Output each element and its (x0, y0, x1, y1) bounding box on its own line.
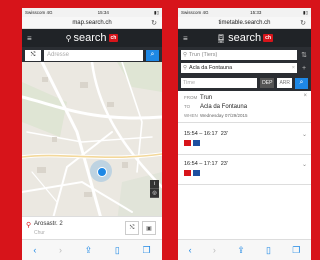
from-row: ⚲ Trun (Tiers) ⇅ (178, 47, 311, 61)
place-label: Chur (34, 230, 45, 236)
battery-icon: ▮▯ (154, 9, 159, 15)
clock: 15:33 (250, 10, 262, 15)
search-icon: ⌕ (299, 79, 304, 86)
connection-row[interactable]: 16:54 – 17:17 23' ⌄ (178, 158, 311, 185)
network: 4G (202, 10, 209, 15)
clear-icon[interactable]: × (292, 65, 295, 71)
connection-times: 15:54 – 16:17 (184, 131, 218, 137)
address-input[interactable]: Adresse (44, 49, 143, 61)
carrier: Swisscom (181, 10, 202, 15)
close-icon[interactable]: × (303, 93, 307, 99)
from-placeholder: Trun (Tiers) (189, 52, 218, 58)
app-header: ≡ ⚲ search ch (22, 29, 162, 47)
location-icon: ⚲ (183, 52, 188, 58)
location-pin-icon: ⚲ (26, 222, 32, 229)
logo-badge: ch (108, 34, 119, 42)
map-controls: i ◎ (150, 180, 159, 198)
url-bar[interactable]: timetable.search.ch ↻ (178, 17, 311, 29)
search-button[interactable]: ⌕ (295, 77, 308, 89)
to-value: Acla da Fontauna (189, 65, 233, 71)
locate-icon[interactable]: ◎ (150, 189, 159, 198)
to-label: TO (184, 104, 191, 109)
to-input[interactable]: ⚲ Acla da Fontauna × (181, 63, 297, 73)
address-label: Arosastr. 2 (34, 221, 63, 227)
menu-icon[interactable]: ≡ (27, 34, 32, 43)
route-icon: ⤭ (30, 51, 36, 58)
connection-duration: 23' (220, 131, 228, 137)
location-pin-icon: ⚲ (65, 33, 72, 43)
location-dot (97, 167, 107, 177)
map-streets (22, 62, 162, 222)
time-input[interactable]: Time (181, 78, 258, 88)
menu-icon[interactable]: ≡ (183, 34, 188, 43)
phone-map: Swisscom 4G 15:34 ▮▯ map.search.ch ↻ ≡ ⚲… (22, 8, 162, 260)
location-icon: ⚲ (183, 65, 188, 71)
carrier: Swisscom (25, 10, 46, 15)
bookmarks-icon[interactable]: ▯ (115, 245, 120, 256)
time-row: Time DEP ARR ⌕ (178, 75, 311, 91)
browser-toolbar: ‹ › ⇪ ▯ ❐ (178, 239, 311, 260)
route-button[interactable]: ⤭ (25, 49, 41, 61)
chevron-down-icon[interactable]: ⌄ (302, 161, 307, 168)
battery-icon: ▮▯ (303, 9, 308, 15)
url-text: timetable.search.ch (218, 19, 271, 26)
from-input[interactable]: ⚲ Trun (Tiers) (181, 50, 297, 60)
reload-icon[interactable]: ↻ (151, 19, 157, 27)
status-bar: Swisscom 4G 15:33 ▮▯ (178, 8, 311, 17)
forward-icon[interactable]: › (59, 245, 62, 255)
train-icon: 🚆︎ (215, 33, 227, 43)
to-value: Acla da Fontauna (200, 103, 248, 110)
map-search-row: ⤭ Adresse ⌕ (22, 47, 162, 63)
connection-row[interactable]: 15:54 – 16:17 23' ⌄ (178, 128, 311, 155)
logo-badge: ch (263, 34, 274, 42)
bus-icon (193, 140, 200, 146)
bookmarks-icon[interactable]: ▯ (266, 245, 271, 256)
train-icon (184, 170, 191, 176)
share-icon[interactable]: ⇪ (85, 245, 93, 256)
departure-toggle[interactable]: DEP (260, 78, 275, 88)
clock: 15:34 (97, 10, 109, 15)
forward-icon[interactable]: › (213, 245, 216, 255)
train-icon (184, 140, 191, 146)
phone-timetable: Swisscom 4G 15:33 ▮▯ timetable.search.ch… (178, 8, 311, 260)
url-text: map.search.ch (72, 19, 112, 26)
info-icon[interactable]: i (150, 180, 159, 189)
map-view[interactable]: i ◎ (22, 62, 162, 222)
app-logo: search (73, 32, 107, 44)
bus-icon (193, 170, 200, 176)
app-logo: search (228, 32, 262, 44)
reload-icon[interactable]: ↻ (300, 19, 306, 27)
connection-times: 16:54 – 17:17 (184, 161, 218, 167)
chevron-down-icon[interactable]: ⌄ (302, 131, 307, 138)
page: { "left": { "status": {"carrier": "Swiss… (0, 0, 311, 260)
back-icon[interactable]: ‹ (189, 245, 192, 255)
status-bar: Swisscom 4G 15:34 ▮▯ (22, 8, 162, 17)
from-value: Trun (200, 94, 213, 101)
bus-button[interactable]: ▣ (142, 221, 156, 235)
add-via-icon[interactable]: + (300, 65, 308, 72)
swap-icon[interactable]: ⇅ (300, 51, 308, 59)
tabs-icon[interactable]: ❐ (143, 245, 151, 256)
connection-duration: 23' (220, 161, 228, 167)
search-button[interactable]: ⌕ (146, 49, 159, 61)
tabs-icon[interactable]: ❐ (292, 245, 300, 256)
search-icon: ⌕ (150, 51, 155, 58)
back-icon[interactable]: ‹ (33, 245, 36, 255)
to-row: ⚲ Acla da Fontauna × + (178, 61, 311, 75)
from-label: FROM (184, 95, 198, 100)
app-header: ≡ 🚆︎ search ch (178, 29, 311, 47)
arrival-toggle[interactable]: ARR (277, 78, 292, 88)
current-location-marker (90, 160, 112, 182)
share-icon[interactable]: ⇪ (237, 245, 245, 256)
query-summary: × FROM Trun TO Acla da Fontauna WHEN Wed… (178, 90, 311, 123)
url-bar[interactable]: map.search.ch ↻ (22, 17, 162, 29)
network: 4G (46, 10, 53, 15)
when-value: Wednesday 07/29/2015 (200, 113, 248, 118)
when-label: WHEN (184, 113, 198, 118)
address-info-bar[interactable]: ⚲ Arosastr. 2 Chur ⤭ ▣ (22, 216, 162, 241)
route-to-button[interactable]: ⤭ (125, 221, 139, 235)
browser-toolbar: ‹ › ⇪ ▯ ❐ (22, 239, 162, 260)
